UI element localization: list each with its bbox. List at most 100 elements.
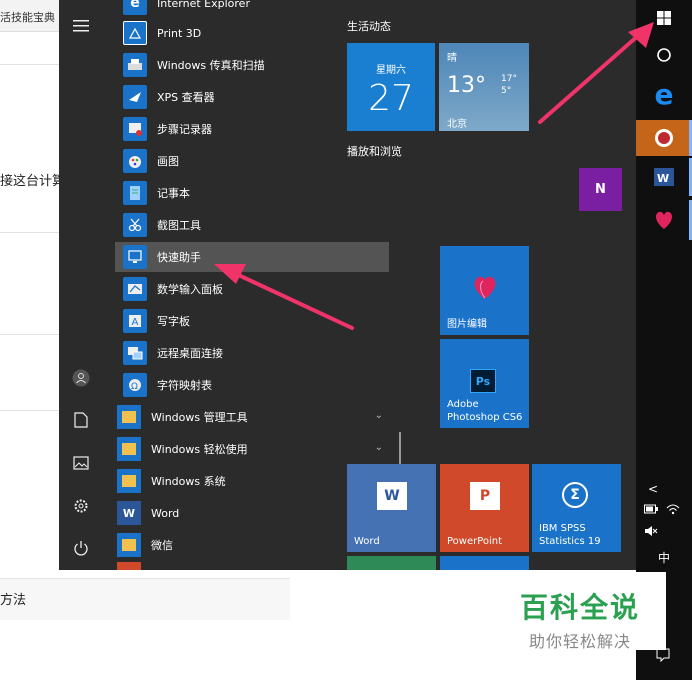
wifi-icon[interactable] xyxy=(666,503,680,518)
photo-editor-icon[interactable] xyxy=(636,200,692,240)
app-notepad[interactable]: 记事本 xyxy=(115,178,389,208)
folder-icon xyxy=(117,405,141,429)
app-remote-desktop[interactable]: 远程桌面连接 xyxy=(115,338,389,368)
watermark: 百科全说 助你轻松解决 xyxy=(494,572,666,651)
svg-text:A: A xyxy=(132,317,139,328)
app-label: 快速助手 xyxy=(157,251,201,264)
onenote-icon: N xyxy=(595,182,606,197)
folder-windows-admin-tools[interactable]: Windows 管理工具 ⌄ xyxy=(115,402,389,432)
folder-windows-ease-of-access[interactable]: Windows 轻松使用 ⌄ xyxy=(115,434,389,464)
folder-icon xyxy=(117,437,141,461)
partial-app-icon xyxy=(117,562,141,570)
folder-icon xyxy=(117,533,141,557)
browser-tab-title[interactable]: 活技能宝典 xyxy=(0,0,60,32)
weather-low: 5° xyxy=(501,86,512,96)
spss-icon: Σ xyxy=(562,482,588,508)
remote-desktop-icon xyxy=(123,341,147,365)
hamburger-icon[interactable] xyxy=(71,16,91,36)
document-icon[interactable] xyxy=(71,410,91,430)
partial-tile[interactable] xyxy=(440,556,529,570)
app-label: 记事本 xyxy=(157,187,190,200)
calendar-weekday: 星期六 xyxy=(376,65,406,76)
app-icon[interactable] xyxy=(636,120,692,156)
tile-label: Adobe Photoshop CS6 xyxy=(447,399,523,423)
tile-label: 图片编辑 xyxy=(447,319,487,330)
tile-group-title: 生活动态 xyxy=(347,20,391,33)
app-label: 远程桌面连接 xyxy=(157,347,223,360)
divider xyxy=(0,410,60,411)
app-internet-explorer[interactable]: e Internet Explorer xyxy=(115,0,389,18)
app-label: Windows 传真和扫描 xyxy=(157,59,265,72)
tile-label: Word xyxy=(354,536,380,547)
cortana-icon[interactable] xyxy=(636,36,692,74)
app-label: Windows 轻松使用 xyxy=(151,443,248,456)
weather-temperature: 13° xyxy=(447,73,486,98)
calendar-tile[interactable]: 星期六 27 xyxy=(347,43,435,131)
spss-tile[interactable]: Σ IBM SPSS Statistics 19 xyxy=(532,464,621,552)
app-snipping-tool[interactable]: 截图工具 xyxy=(115,210,389,240)
app-label: 写字板 xyxy=(157,315,190,328)
svg-text:Ω: Ω xyxy=(131,382,138,392)
fax-scan-icon xyxy=(123,53,147,77)
start-rail xyxy=(59,0,103,570)
internet-explorer-icon: e xyxy=(123,0,147,15)
ime-indicator[interactable]: 中 xyxy=(658,549,670,566)
powerpoint-tile[interactable]: P PowerPoint xyxy=(440,464,529,552)
app-character-map[interactable]: Ω 字符映射表 xyxy=(115,370,389,400)
weather-city: 北京 xyxy=(447,119,467,130)
watermark-title: 百科全说 xyxy=(519,591,640,624)
app-label: Windows 系统 xyxy=(151,475,226,488)
user-icon[interactable] xyxy=(71,368,91,388)
folder-icon xyxy=(117,469,141,493)
svg-text:W: W xyxy=(657,172,669,185)
photoshop-tile[interactable]: Ps Adobe Photoshop CS6 xyxy=(440,339,529,428)
windows-start-icon[interactable] xyxy=(636,0,692,36)
snipping-tool-icon xyxy=(123,213,147,237)
app-label: XPS 查看器 xyxy=(157,91,215,104)
background-page-row: 方法 xyxy=(0,578,290,620)
chevron-down-icon: ⌄ xyxy=(374,410,383,421)
word-tile[interactable]: W Word xyxy=(347,464,436,552)
app-label: 步骤记录器 xyxy=(157,123,212,136)
app-math-input-panel[interactable]: 数学输入面板 xyxy=(115,274,389,304)
word-icon[interactable]: W xyxy=(636,158,692,196)
divider xyxy=(0,334,60,335)
quick-assist-icon xyxy=(123,245,147,269)
steps-recorder-icon xyxy=(123,117,147,141)
photo-editor-tile[interactable]: 图片编辑 xyxy=(440,246,529,335)
edge-icon[interactable]: e xyxy=(636,74,692,114)
power-icon[interactable] xyxy=(71,538,91,558)
math-input-icon xyxy=(123,277,147,301)
chevron-down-icon: ⌄ xyxy=(374,442,383,453)
xps-viewer-icon xyxy=(123,85,147,109)
word-icon: W xyxy=(117,501,141,525)
app-label: 画图 xyxy=(157,155,179,168)
word-icon: W xyxy=(377,482,407,510)
weather-condition: 晴 xyxy=(447,53,457,64)
battery-icon[interactable] xyxy=(644,503,658,517)
app-quick-assist[interactable]: 快速助手 xyxy=(115,242,389,272)
chevron-left-icon[interactable]: < xyxy=(648,482,658,496)
app-wordpad[interactable]: A 写字板 xyxy=(115,306,389,336)
tile-group-title: 播放和浏览 xyxy=(347,145,402,158)
page-text: 方法 xyxy=(0,593,27,608)
partial-tile[interactable] xyxy=(347,556,436,570)
volume-muted-icon[interactable] xyxy=(644,525,658,540)
wordpad-icon: A xyxy=(123,309,147,333)
watermark-subtitle: 助你轻松解决 xyxy=(528,632,631,651)
app-label: Word xyxy=(151,506,180,520)
divider xyxy=(0,64,60,65)
notepad-icon xyxy=(123,181,147,205)
app-label: 数学输入面板 xyxy=(157,283,223,296)
photoshop-icon: Ps xyxy=(470,369,496,393)
settings-icon[interactable] xyxy=(71,496,91,516)
tile-label: PowerPoint xyxy=(447,536,503,547)
calendar-day: 27 xyxy=(368,78,414,119)
divider xyxy=(0,232,60,233)
character-map-icon: Ω xyxy=(123,373,147,397)
weather-high: 17° xyxy=(501,74,517,84)
weather-tile[interactable]: 晴 13° 17° 5° 北京 xyxy=(439,43,529,131)
pictures-icon[interactable] xyxy=(71,453,91,473)
heart-icon xyxy=(474,276,496,299)
onenote-tile[interactable]: N xyxy=(579,168,622,211)
